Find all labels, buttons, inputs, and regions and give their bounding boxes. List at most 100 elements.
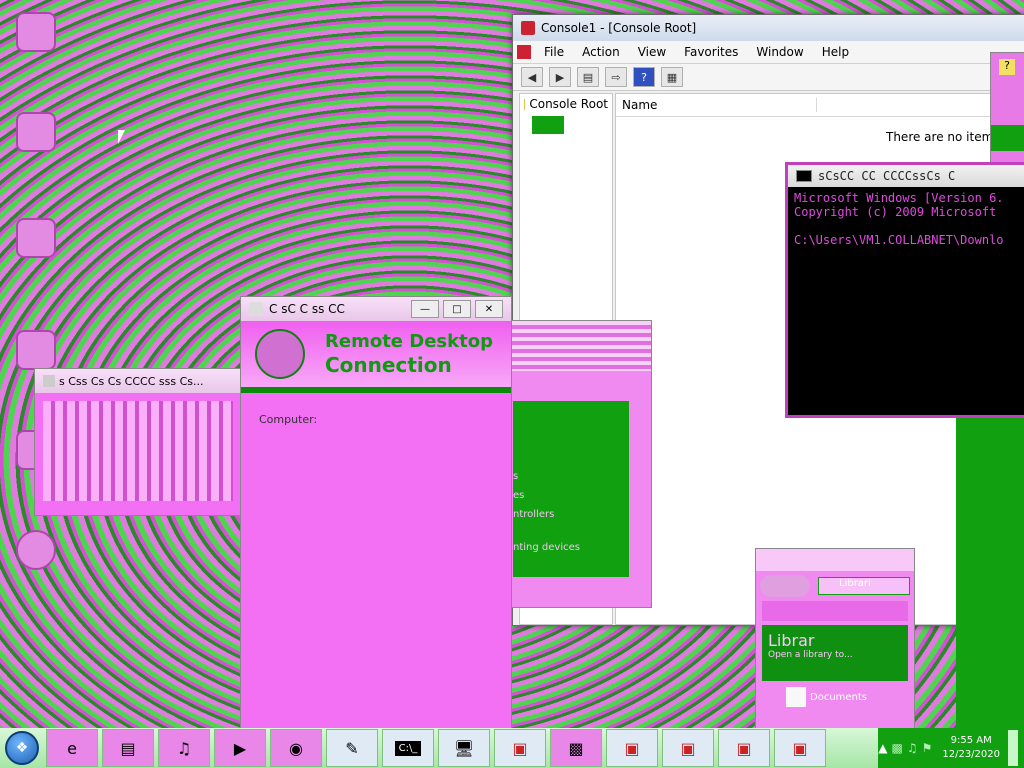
rdc-banner-line1: Remote Desktop <box>325 331 493 352</box>
taskbar: ❖ e ▤ ♫ ▶ ◉ ✎ C:\_ 🖥 ▣ ▩ ▣ ▣ ▣ ▣ ▲ ▩ ♫ ⚑… <box>0 728 1024 768</box>
cmd-titlebar[interactable]: sCsCC CC CCCCssCs C <box>788 165 1024 187</box>
mmc-titlebar[interactable]: Console1 - [Console Root] <box>513 15 1024 41</box>
mmc-doc-icon <box>517 45 531 59</box>
taskbar-toolbox-button[interactable]: ▣ <box>774 729 826 767</box>
small-window-titlebar[interactable]: s Css Cs Cs CCCC sss Cs... <box>35 369 241 393</box>
menu-view[interactable]: View <box>629 45 675 59</box>
flag-tray-icon[interactable]: ⚑ <box>922 741 933 755</box>
forward-arrow-icon[interactable]: ▶ <box>549 67 571 87</box>
network-tray-icon[interactable]: ▩ <box>891 741 902 755</box>
libraries-subtext: Open a library to... <box>768 650 853 660</box>
show-desktop-button[interactable] <box>1008 730 1018 766</box>
command-prompt-window: sCsCC CC CCCCssCs C Microsoft Windows [V… <box>785 162 1024 418</box>
show-hide-tree-icon[interactable]: ▤ <box>577 67 599 87</box>
rdc-logo-icon <box>255 329 305 379</box>
taskbar-toolbox-button[interactable]: ▣ <box>662 729 714 767</box>
device-window: s es ntrollers nting devices <box>510 320 652 608</box>
player-icon: ▶ <box>233 738 247 758</box>
rdc-title: C sC C ss CC <box>269 302 345 316</box>
disc-icon: ◉ <box>289 738 303 758</box>
clock-time: 9:55 AM <box>950 735 992 746</box>
rdc-computer-label: Computer: <box>259 413 318 426</box>
mmc-toolbar: ◀ ▶ ▤ ⇨ ? ▦ <box>513 64 1024 91</box>
clock[interactable]: 9:55 AM 12/23/2020 <box>942 734 1000 762</box>
background-window-topright: ? <box>990 52 1024 164</box>
device-item[interactable]: ntrollers <box>513 509 629 520</box>
toolbox-icon: ▣ <box>680 738 696 758</box>
device-item[interactable]: nting devices <box>513 542 629 553</box>
desktop-icon-folder[interactable] <box>6 330 66 372</box>
small-pink-window: s Css Cs Cs CCCC sss Cs... <box>34 368 242 516</box>
libraries-toolbar <box>762 601 908 621</box>
desktop-icon-computer[interactable] <box>6 112 66 154</box>
taskbar-player-button[interactable]: ▶ <box>214 729 266 767</box>
export-list-icon[interactable]: ⇨ <box>605 67 627 87</box>
tree-selected-highlight <box>532 116 564 134</box>
documents-icon <box>786 687 806 707</box>
taskbar-media-button[interactable]: ♫ <box>158 729 210 767</box>
start-button[interactable]: ❖ <box>0 728 44 768</box>
background-window-green <box>956 410 1024 728</box>
menu-window[interactable]: Window <box>747 45 812 59</box>
cmd-icon: C:\_ <box>394 740 422 756</box>
show-hidden-icons-icon[interactable]: ▲ <box>878 741 887 755</box>
device-item[interactable]: s <box>513 471 629 482</box>
windows-logo-icon: ❖ <box>5 731 39 765</box>
help-icon: ? <box>999 59 1015 75</box>
menu-action[interactable]: Action <box>573 45 629 59</box>
libraries-window: Librari Librar Open a library to... Docu… <box>755 548 915 730</box>
menu-file[interactable]: File <box>535 45 573 59</box>
back-arrow-icon[interactable] <box>760 575 810 597</box>
tree-item-console-root[interactable]: Console Root <box>520 94 612 114</box>
maximize-button[interactable]: □ <box>443 300 471 318</box>
recycle-bin-icon <box>16 12 56 52</box>
desktop-icon-network[interactable] <box>6 218 66 260</box>
mmc-app-icon <box>521 21 535 35</box>
desktop-icon-recycle-bin[interactable] <box>6 12 66 54</box>
device-item[interactable]: es <box>513 490 629 501</box>
settings-icon <box>16 530 56 570</box>
notepad-icon: ✎ <box>345 738 359 758</box>
taskbar-notepad-button[interactable]: ✎ <box>326 729 378 767</box>
taskbar-cmd-button[interactable]: C:\_ <box>382 729 434 767</box>
minimize-button[interactable]: — <box>411 300 439 318</box>
taskbar-disc-button[interactable]: ◉ <box>270 729 322 767</box>
folder-icon <box>524 98 526 110</box>
rdc-banner-line2: Connection <box>325 353 452 377</box>
taskbar-toolbox-button[interactable]: ▣ <box>494 729 546 767</box>
libraries-address-bar: Librari <box>756 571 914 601</box>
volume-tray-icon[interactable]: ♫ <box>907 741 918 755</box>
rdc-titlebar[interactable]: C sC C ss CC — □ ✕ <box>241 297 511 321</box>
remote-desktop-window: C sC C ss CC — □ ✕ Remote Desktop Connec… <box>240 296 512 730</box>
desktop-icon-settings[interactable] <box>6 530 66 572</box>
column-header-name[interactable]: Name <box>616 98 817 112</box>
rdc-banner: Remote Desktop Connection <box>241 321 511 393</box>
list-header: Name <box>616 94 1024 117</box>
taskbar-ie-button[interactable]: e <box>46 729 98 767</box>
menu-favorites[interactable]: Favorites <box>675 45 747 59</box>
close-button[interactable]: ✕ <box>475 300 503 318</box>
menu-help[interactable]: Help <box>813 45 858 59</box>
libraries-titlebar[interactable] <box>756 549 914 571</box>
address-field[interactable]: Librari <box>818 577 910 595</box>
taskbar-toolbox-button[interactable]: ▣ <box>718 729 770 767</box>
window-icon <box>43 375 55 387</box>
folder-icon <box>16 330 56 370</box>
back-arrow-icon[interactable]: ◀ <box>521 67 543 87</box>
taskbar-remote-desktop-button[interactable]: 🖥 <box>438 729 490 767</box>
taskbar-explorer-button[interactable]: ▤ <box>102 729 154 767</box>
mmc-menubar: File Action View Favorites Window Help <box>513 41 1024 64</box>
rdc-app-icon <box>249 302 263 316</box>
small-window-title: s Css Cs Cs CCCC sss Cs... <box>59 374 204 388</box>
toolbox-icon: ▣ <box>736 738 752 758</box>
show-action-pane-icon[interactable]: ▦ <box>661 67 683 87</box>
taskbar-window-button[interactable]: ▩ <box>550 729 602 767</box>
libraries-doc-item[interactable]: Documents <box>786 687 914 707</box>
taskbar-toolbox-button[interactable]: ▣ <box>606 729 658 767</box>
clock-date: 12/23/2020 <box>942 749 1000 760</box>
libraries-content: Librar Open a library to... <box>762 625 908 681</box>
cmd-output[interactable]: Microsoft Windows [Version 6. Copyright … <box>794 191 1024 247</box>
mmc-title: Console1 - [Console Root] <box>541 21 697 35</box>
help-icon[interactable]: ? <box>633 67 655 87</box>
device-window-toolbar <box>511 321 651 371</box>
